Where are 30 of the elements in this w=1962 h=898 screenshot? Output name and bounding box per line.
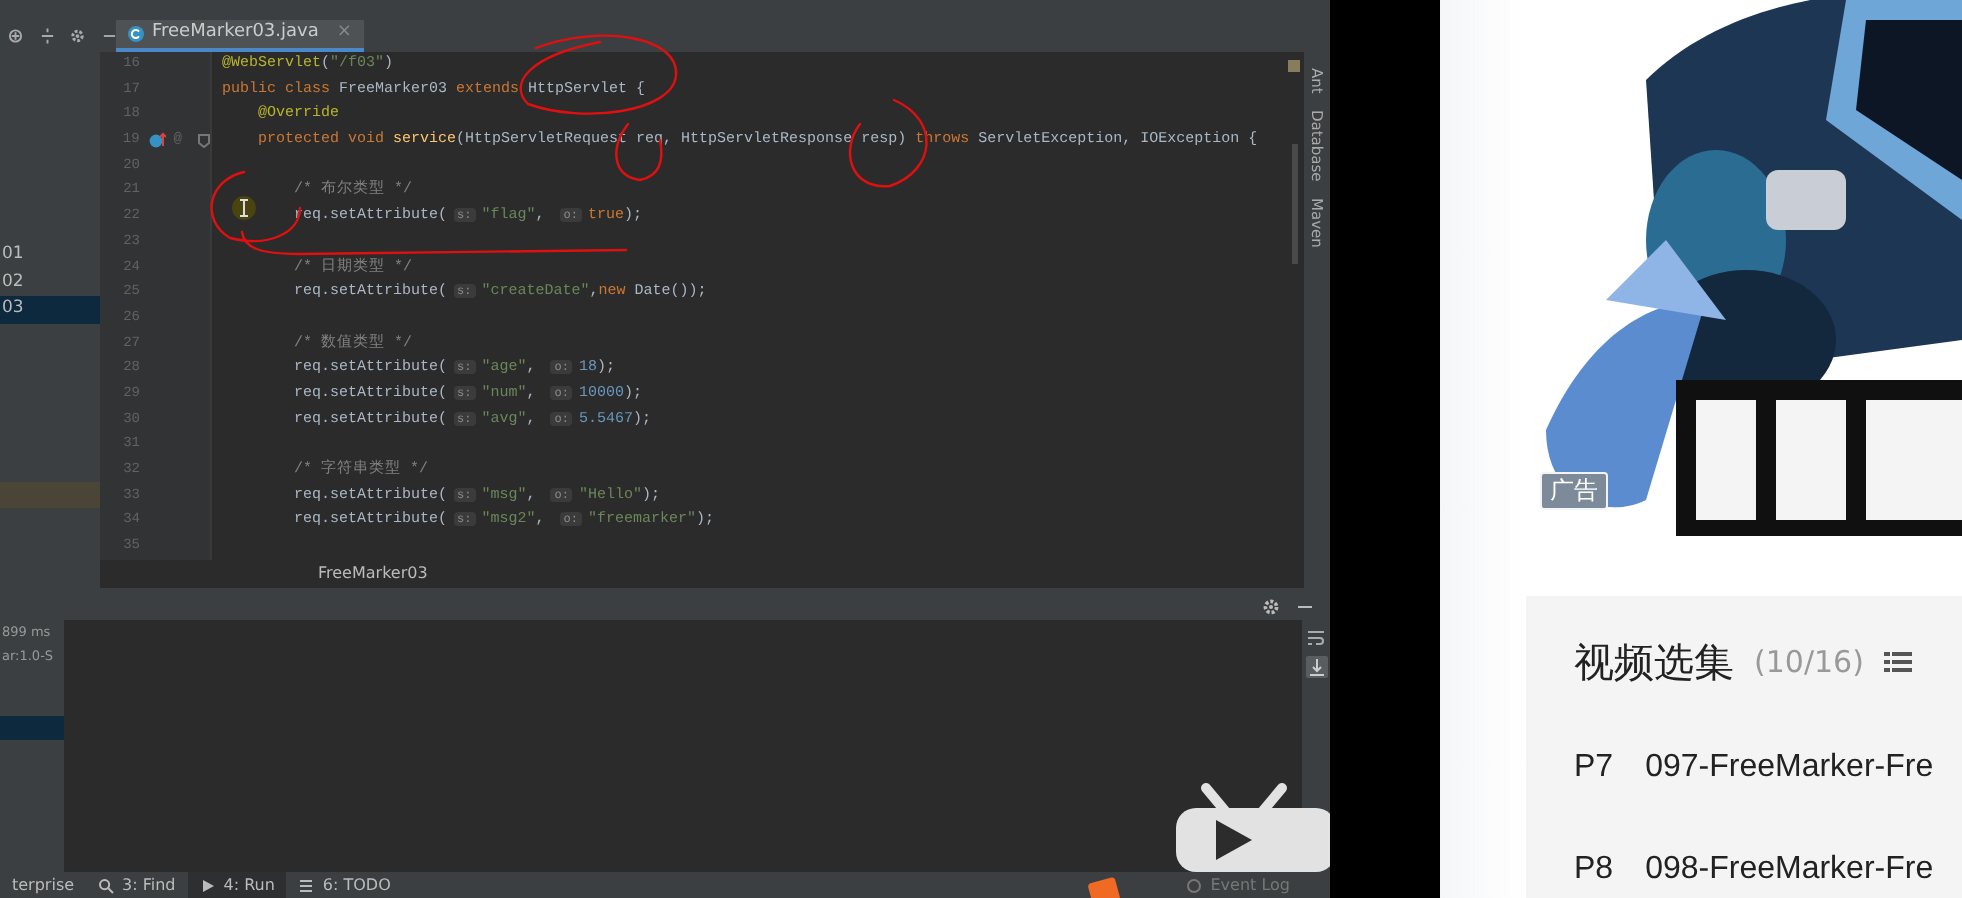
fold-icon[interactable]	[198, 133, 210, 148]
tool-window-tab[interactable]: 3: Find	[86, 872, 188, 898]
settings-icon[interactable]	[70, 28, 85, 44]
playlist-title: 视频选集	[1574, 636, 1734, 690]
project-tree-item[interactable]: 02	[0, 269, 100, 296]
play-icon	[199, 877, 216, 893]
list-icon	[298, 877, 315, 893]
tool-window-tab[interactable]: 6: TODO	[286, 872, 403, 898]
text-cursor-icon	[232, 196, 256, 220]
event-log-icon	[1186, 877, 1203, 893]
playlist-item[interactable]: P7 097-FreeMarker-Fre	[1574, 716, 1962, 818]
settings-icon[interactable]	[1262, 597, 1280, 615]
override-icon[interactable]	[147, 132, 166, 149]
project-tree-item[interactable]: 01	[0, 242, 100, 269]
episode-count: (10/16)	[1754, 641, 1864, 684]
collapse-icon[interactable]	[39, 28, 54, 44]
tool-window-tab[interactable]: terprise	[0, 872, 87, 898]
list-icon[interactable]	[1883, 650, 1912, 674]
search-icon	[98, 877, 115, 893]
expand-icon[interactable]	[8, 28, 23, 44]
error-stripe-marker	[1288, 60, 1300, 72]
marker-tab	[1087, 876, 1121, 898]
editor-tab[interactable]: FreeMarker03.java ×	[116, 20, 364, 52]
class-file-icon	[128, 26, 144, 42]
soft-wrap-icon[interactable]	[1306, 628, 1326, 648]
ad-badge: 广告	[1540, 472, 1608, 510]
scroll-to-end-icon[interactable]	[1305, 656, 1327, 678]
project-tree-item[interactable]: 03	[0, 296, 100, 323]
playlist-item[interactable]: P8 098-FreeMarker-Fre	[1574, 818, 1962, 898]
tool-window-tab[interactable]: 4: Run	[187, 872, 287, 898]
